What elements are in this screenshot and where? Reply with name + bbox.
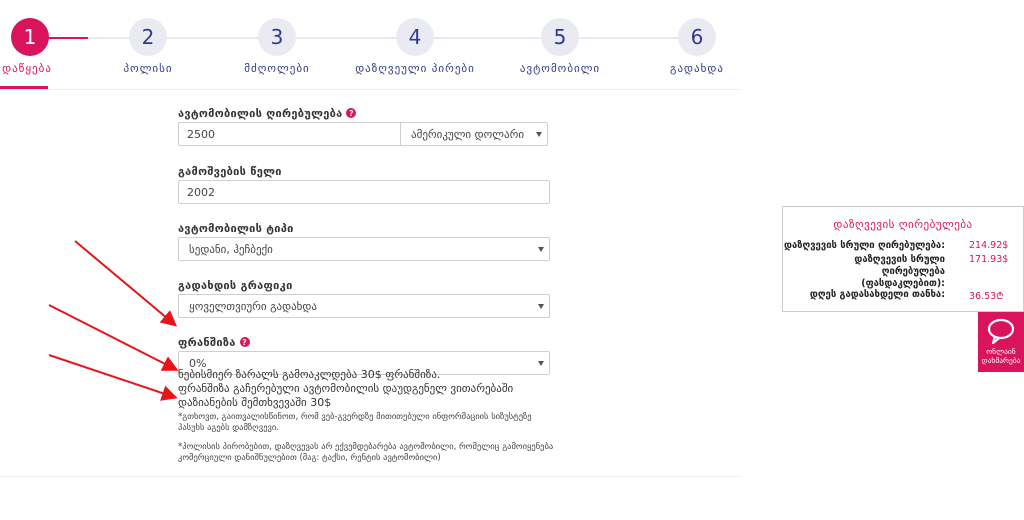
price-summary-panel: დაზღვევის ღირებულება დაზღვევის სრული ღირ…: [782, 206, 1024, 312]
currency-select[interactable]: ამერიკული დოლარი: [400, 122, 548, 146]
step-1-circle[interactable]: 1: [11, 18, 49, 56]
step-3-label[interactable]: მძღოლები: [244, 62, 309, 75]
year-input[interactable]: 2002: [178, 180, 550, 204]
step-3-circle[interactable]: 3: [258, 18, 296, 56]
chevron-down-icon: [538, 304, 544, 309]
car-value-input[interactable]: 2500: [178, 122, 400, 146]
chevron-down-icon: [536, 132, 542, 137]
online-help-label: ონლაინ დახმარება: [981, 347, 1021, 365]
progress-stepper: 1 2 3 4 5 6 დაწყება პოლისი მძღოლები დაზღ…: [0, 0, 740, 90]
step-5-label[interactable]: ავტომობილი: [520, 62, 600, 75]
step-2-circle[interactable]: 2: [129, 18, 167, 56]
car-type-label: ავტომობილის ტიპი: [178, 221, 294, 235]
divider: [0, 476, 740, 477]
active-step-underline: [0, 86, 48, 89]
arrow-annotation: [74, 240, 178, 327]
franchise-label: ფრანშიზა ?: [178, 333, 550, 351]
disclaimer-text: *პოლისის პირობებით, დაზღვევას არ ექვემდე…: [178, 442, 554, 463]
online-help-button[interactable]: ონლაინ დახმარება: [978, 312, 1024, 372]
step-5-circle[interactable]: 5: [541, 18, 579, 56]
step-6-label[interactable]: გადახდა: [670, 62, 724, 75]
step-4-label[interactable]: დაზღვეული პირები: [355, 62, 475, 75]
chevron-down-icon: [538, 247, 544, 252]
arrow-annotation: [48, 304, 179, 371]
car-value-label: ავტომობილის ღირებულება ?: [178, 104, 550, 122]
arrow-annotation: [48, 354, 178, 401]
year-label: გამოშვების წელი: [178, 164, 282, 178]
insurance-form: ავტომობილის ღირებულება ? 2500 ამერიკული …: [178, 104, 550, 375]
step-1-label[interactable]: დაწყება: [2, 62, 52, 75]
car-type-select[interactable]: სედანი, ჰეჩბექი: [178, 237, 550, 261]
help-icon[interactable]: ?: [346, 108, 357, 118]
chevron-down-icon: [538, 361, 544, 366]
note-line: ფრანშიზა გაჩერებული ავტომობილის დაუდგენე…: [178, 382, 514, 409]
schedule-label: გადახდის გრაფიკი: [178, 278, 293, 292]
summary-title: დაზღვევის ღირებულება: [833, 218, 973, 231]
schedule-select[interactable]: ყოველთვიური გადახდა: [178, 294, 550, 318]
help-icon[interactable]: ?: [239, 337, 250, 347]
disclaimer-text: *გთხოვთ, გაითვალისწინოთ, რომ ვებ-გვერდზე…: [178, 412, 532, 433]
step-4-circle[interactable]: 4: [396, 18, 434, 56]
franchise-notes: ნებისმიერ ზარალს გამოაკლდება 30$ ფრანშიზ…: [178, 368, 558, 464]
step-6-circle[interactable]: 6: [678, 18, 716, 56]
step-2-label[interactable]: პოლისი: [123, 62, 172, 75]
note-line: ნებისმიერ ზარალს გამოაკლდება 30$ ფრანშიზ…: [178, 368, 441, 381]
chat-bubble-icon: [987, 318, 1015, 345]
step-connector: [88, 37, 696, 39]
